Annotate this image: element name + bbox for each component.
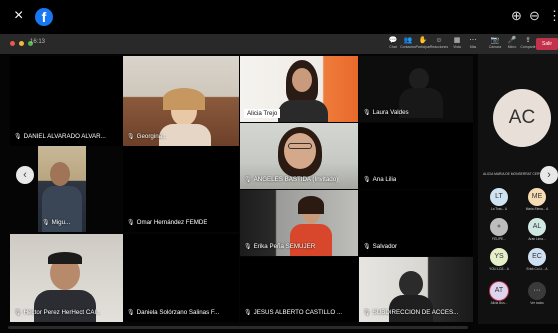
participant-name: 🎙 Georgina... [127,133,168,140]
participant-tile[interactable]: 🎙 Hector Perez HerHect CAI... [10,234,123,322]
avatar: ME [528,188,546,206]
person-silhouette-icon: ● [490,218,508,236]
facebook-logo-icon[interactable]: f [35,8,53,26]
previous-photo-button[interactable]: ‹ [16,166,34,184]
avatar: AC [493,89,551,147]
participant-tile[interactable]: 🎙 Omar Hernández FEMDE [123,146,239,232]
view-all-participants-button[interactable]: ··· Ver todos [519,282,555,306]
mic-muted-icon: 🎙 [42,220,50,226]
mic-muted-icon: 🎙 [14,134,22,140]
meeting-timer: 16:13 [30,39,46,45]
participant-name: 🎙 Ana Lilia [363,176,397,183]
mic-muted-icon: 🎙 [127,220,135,226]
horizontal-scrollbar[interactable] [8,326,468,329]
video-grid: 🎙 DANIEL ALVARADO ALVAR... 🎙 Georgina... A… [0,54,478,324]
more-options-icon[interactable]: ⋮ [548,8,558,24]
meeting-toolbar: 16:13 💬 Chat 👥 Contactos ✋ Participar ☺ Reac… [0,34,558,54]
participant-name: 🎙 Erika Peña SEMUJER [244,243,316,250]
close-icon[interactable]: × [14,8,23,24]
participant-avatar[interactable]: LT La Tras... A [481,188,517,212]
participant-name: 🎙 JESUS ALBERTO CASTILLO ... [244,309,343,316]
participant-tile[interactable]: 🎙 Erika Peña SEMUJER [240,190,358,256]
participant-name: 🎙 Omar Hernández FEMDE [127,219,208,226]
participant-label: FELIPE... [492,237,506,241]
participant-tile[interactable]: 🎙 ANGELES BASTIDA (Invitado) [240,123,358,189]
window-close-dot[interactable] [10,41,15,46]
participant-avatar[interactable]: EC Erick Co Li... A [519,248,555,272]
participant-name: 🎙 DANIEL ALVARADO ALVAR... [14,133,106,140]
photo-viewer-topbar: × f ⊕ ⊖ ⋮ [0,0,558,34]
participant-label: Maria Elena... A [525,207,549,211]
mic-muted-icon: 🎙 [363,110,371,116]
avatar: AT [490,282,508,300]
participant-avatar[interactable]: AL Aran Lima... [519,218,555,242]
next-photo-button[interactable]: › [540,166,558,184]
participant-tile[interactable]: 🎙 DANIEL ALVARADO ALVAR... [10,56,123,146]
participant-tile[interactable]: 🎙 Laura Valdes [359,56,473,122]
participant-tile[interactable]: 🎙 Salvador [359,190,473,256]
participant-tile[interactable]: 🎙 Ana Lilia [359,123,473,189]
participant-avatar[interactable]: YS YOLI LOZ... A [481,248,517,272]
mic-muted-icon: 🎙 [244,310,252,316]
participant-label: YOLI LOZ... A [489,267,509,271]
participant-label: Ver todos [530,301,544,305]
mic-muted-icon: 🎙 [14,310,22,316]
participant-name: 🎙 Hector Perez HerHect CAI... [14,309,102,316]
participant-name: 🎙 Salvador [363,243,398,250]
participant-tile[interactable]: Alicia Trejo [240,56,358,122]
participant-name: Alicia Trejo [244,109,281,118]
window-minimize-dot[interactable] [19,41,24,46]
participant-label: Aran Lima... [528,237,546,241]
more-button[interactable]: ⋯ Más [462,36,484,52]
mic-muted-icon: 🎙 [363,244,371,250]
mic-muted-icon: 🎙 [363,310,371,316]
participant-tile[interactable]: 🎙 Georgina... [123,56,239,146]
avatar: AL [528,218,546,236]
mic-muted-icon: 🎙 [127,134,135,140]
zoom-out-icon[interactable]: ⊖ [529,8,540,24]
ellipsis-icon: ··· [528,282,546,300]
participant-avatar[interactable]: AT Alicia Bus... [481,282,517,306]
participants-panel: AC ALICIA MARIA DE MONSERRAT CERVANTES..… [478,54,558,324]
participant-name: 🎙 Migu... [42,219,71,226]
participant-tile[interactable]: 🎙 SUBDIRECCION DE ACCES... [359,257,473,322]
avatar: YS [490,248,508,266]
participant-label: Alicia Bus... [490,301,508,305]
participant-name: 🎙 ANGELES BASTIDA (Invitado) [244,176,339,183]
participant-name: 🎙 Laura Valdes [363,109,409,116]
participant-label: La Tras... A [490,207,508,211]
participant-tile[interactable]: 🎙 Migu... [38,146,86,232]
zoom-in-icon[interactable]: ⊕ [511,8,522,24]
ellipsis-icon: ⋯ [469,37,477,44]
leave-button[interactable]: Salir [536,38,558,50]
participant-tile[interactable]: 🎙 Daniela Solórzano Salinas F... [123,234,239,322]
avatar: LT [490,188,508,206]
participant-label: Erick Co Li... A [526,267,548,271]
participant-name: 🎙 Daniela Solórzano Salinas F... [127,309,220,316]
mic-muted-icon: 🎙 [244,244,252,250]
participant-tile[interactable]: 🎙 JESUS ALBERTO CASTILLO ... [240,257,358,322]
participant-avatar[interactable]: ME Maria Elena... A [519,188,555,212]
avatar: EC [528,248,546,266]
participant-avatar[interactable]: ● FELIPE... [481,218,517,242]
mic-muted-icon: 🎙 [127,310,135,316]
participant-name: 🎙 SUBDIRECCION DE ACCES... [363,309,459,316]
mic-muted-icon: 🎙 [363,177,371,183]
mic-muted-icon: 🎙 [244,177,252,183]
